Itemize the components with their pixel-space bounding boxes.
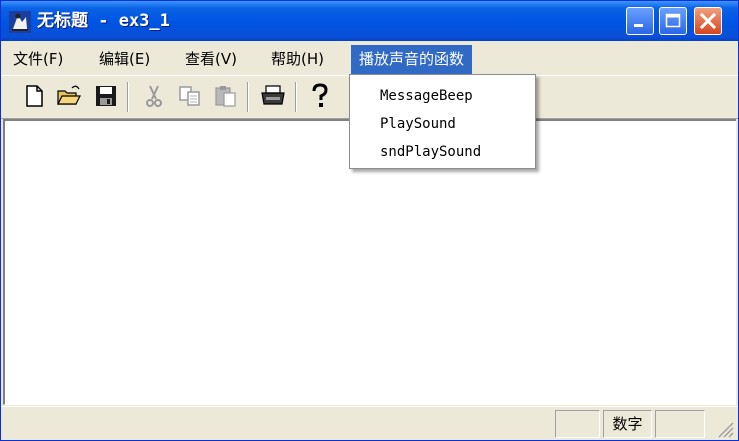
paste-button[interactable]: [213, 82, 239, 110]
save-button[interactable]: [93, 82, 119, 110]
status-pane-caps: [555, 410, 600, 438]
status-pane-numlock: 数字: [603, 410, 652, 438]
title-bar[interactable]: 无标题 - ex3_1: [1, 1, 738, 41]
minimize-button[interactable]: [626, 7, 654, 35]
toolbar-separator: [295, 82, 297, 112]
minimize-icon: [634, 24, 643, 27]
maximize-icon: [665, 13, 681, 28]
window-title: 无标题 - ex3_1: [37, 11, 170, 31]
menu-item-playsound[interactable]: PlaySound: [380, 113, 456, 135]
toolbar-separator: [247, 82, 249, 112]
cut-button[interactable]: [141, 82, 167, 110]
menu-edit[interactable]: 编辑(E): [99, 46, 150, 72]
help-icon: [312, 83, 328, 107]
app-window: 无标题 - ex3_1 文件(F) 编辑(E) 查看(V) 帮助(H) 播放声音…: [0, 0, 739, 441]
paste-icon: [215, 86, 236, 107]
help-button[interactable]: [307, 82, 333, 110]
print-button[interactable]: [260, 82, 286, 110]
menu-help[interactable]: 帮助(H): [271, 46, 324, 72]
new-file-icon: [26, 85, 43, 107]
menu-item-messagebeep[interactable]: MessageBeep: [380, 85, 473, 107]
menu-view[interactable]: 查看(V): [185, 46, 237, 72]
menu-file[interactable]: 文件(F): [13, 46, 63, 72]
close-button[interactable]: [694, 7, 722, 35]
menu-bar: 文件(F) 编辑(E) 查看(V) 帮助(H) 播放声音的函数: [1, 42, 738, 74]
open-button[interactable]: [56, 82, 82, 110]
maximize-button[interactable]: [659, 7, 687, 35]
app-icon: [9, 11, 31, 33]
copy-icon: [179, 86, 200, 106]
save-icon: [96, 86, 116, 106]
toolbar-separator: [127, 82, 129, 112]
status-pane-scroll: [655, 410, 705, 438]
print-icon: [261, 85, 285, 105]
new-file-button[interactable]: [21, 82, 47, 110]
open-folder-icon: [57, 85, 81, 105]
copy-button[interactable]: [177, 82, 203, 110]
play-sound-dropdown-menu: MessageBeep PlaySound sndPlaySound: [349, 74, 536, 169]
resize-grip-icon[interactable]: [714, 418, 734, 438]
menu-play-sound-functions[interactable]: 播放声音的函数: [351, 45, 473, 74]
status-bar: 数字: [1, 406, 738, 440]
cut-icon: [146, 85, 162, 107]
menu-item-sndplaysound[interactable]: sndPlaySound: [380, 141, 481, 163]
close-icon: [699, 12, 717, 30]
